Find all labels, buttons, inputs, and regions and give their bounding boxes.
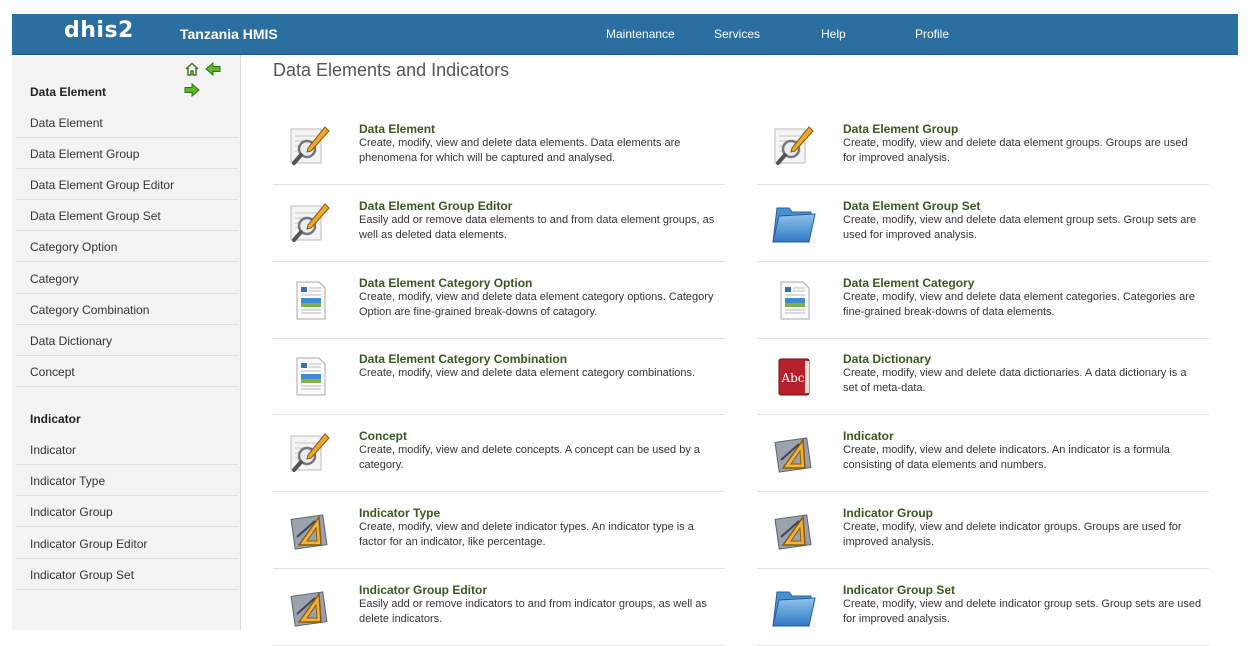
card-data-element-category-combination[interactable]: Data Element Category Combination Create… (273, 343, 725, 415)
left-item-category-option[interactable]: Category Option (16, 232, 238, 262)
edit-magnifier-icon (285, 200, 333, 246)
edit-magnifier-icon (285, 430, 333, 476)
left-item-data-element[interactable]: Data Element (16, 108, 238, 138)
edit-magnifier-icon (285, 123, 333, 169)
card-indicator-type[interactable]: Indicator Type Create, modify, view and … (273, 497, 725, 569)
drafting-triangle-icon (769, 507, 817, 553)
left-item-indicator-group-set[interactable]: Indicator Group Set (16, 560, 238, 590)
drafting-triangle-icon (769, 430, 817, 476)
card-data-element-category[interactable]: Data Element Category Create, modify, vi… (757, 267, 1209, 339)
section-title-indicator: Indicator (30, 412, 81, 426)
home-icon[interactable] (184, 61, 200, 77)
menu-help[interactable]: Help (821, 27, 846, 41)
menu-profile[interactable]: Profile (915, 27, 949, 41)
card-indicator[interactable]: Indicator Create, modify, view and delet… (757, 420, 1209, 492)
left-item-data-element-group[interactable]: Data Element Group (16, 139, 238, 169)
card-description: Create, modify, view and delete data ele… (843, 214, 1197, 241)
document-icon (769, 277, 817, 323)
card-title[interactable]: Indicator Group (843, 506, 933, 520)
left-item-indicator-type[interactable]: Indicator Type (16, 466, 238, 496)
card-description: Create, modify, view and delete data dic… (843, 367, 1187, 394)
card-concept[interactable]: Concept Create, modify, view and delete … (273, 420, 725, 492)
menu-maintenance[interactable]: Maintenance (606, 27, 675, 41)
left-item-data-element-group-editor[interactable]: Data Element Group Editor (16, 170, 238, 200)
card-data-element-group-set[interactable]: Data Element Group Set Create, modify, v… (757, 190, 1209, 262)
arrow-right-icon[interactable] (184, 82, 200, 98)
document-icon (285, 353, 333, 399)
dictionary-book-icon: Abc (769, 353, 817, 399)
card-description: Create, modify, view and delete indicato… (843, 444, 1170, 471)
card-description: Easily add or remove indicators to and f… (359, 598, 707, 625)
section-title-data-element: Data Element (30, 85, 107, 99)
card-title[interactable]: Data Element Group Set (843, 199, 980, 213)
card-description: Create, modify, view and delete data ele… (359, 291, 714, 318)
left-item-indicator-group[interactable]: Indicator Group (16, 497, 238, 527)
arrow-left-icon[interactable] (205, 61, 221, 77)
left-item-concept[interactable]: Concept (16, 357, 238, 387)
card-data-element-group-editor[interactable]: Data Element Group Editor Easily add or … (273, 190, 725, 262)
card-indicator-group[interactable]: Indicator Group Create, modify, view and… (757, 497, 1209, 569)
card-title[interactable]: Concept (359, 429, 407, 443)
card-title[interactable]: Data Element Group (843, 122, 958, 136)
folder-icon (769, 200, 817, 246)
folder-icon (769, 584, 817, 630)
card-indicator-group-editor[interactable]: Indicator Group Editor Easily add or rem… (273, 574, 725, 646)
card-title[interactable]: Indicator Type (359, 506, 440, 520)
left-item-indicator[interactable]: Indicator (16, 435, 238, 465)
card-title[interactable]: Indicator Group Set (843, 583, 955, 597)
card-title[interactable]: Data Element Category Option (359, 276, 532, 290)
card-title[interactable]: Data Element Category (843, 276, 974, 290)
left-menu: Data Element Data Element Data Element G… (12, 55, 241, 630)
card-title[interactable]: Indicator Group Editor (359, 583, 487, 597)
card-data-element[interactable]: Data Element Create, modify, view and de… (273, 113, 725, 185)
card-data-element-category-option[interactable]: Data Element Category Option Create, mod… (273, 267, 725, 339)
card-description: Create, modify, view and delete data ele… (843, 291, 1195, 318)
book-icon-text: Abc (780, 371, 804, 385)
card-title[interactable]: Data Element Category Combination (359, 352, 567, 366)
left-menu-nav-icons (184, 61, 240, 98)
drafting-triangle-icon (285, 507, 333, 553)
edit-magnifier-icon (769, 123, 817, 169)
card-data-dictionary[interactable]: Abc Data Dictionary Create, modify, view… (757, 343, 1209, 415)
left-item-indicator-group-editor[interactable]: Indicator Group Editor (16, 529, 238, 559)
organisation-name: Tanzania HMIS (180, 26, 278, 42)
dhis2-logo[interactable]: dhis2 (64, 18, 134, 43)
card-data-element-group[interactable]: Data Element Group Create, modify, view … (757, 113, 1209, 185)
card-description: Create, modify, view and delete data ele… (843, 137, 1188, 164)
card-title[interactable]: Data Element Group Editor (359, 199, 512, 213)
card-description: Create, modify, view and delete indicato… (843, 521, 1182, 548)
card-indicator-group-set[interactable]: Indicator Group Set Create, modify, view… (757, 574, 1209, 646)
top-header-bar: dhis2 Tanzania HMIS Maintenance Services… (12, 14, 1238, 55)
left-item-data-element-group-set[interactable]: Data Element Group Set (16, 201, 238, 231)
left-item-data-dictionary[interactable]: Data Dictionary (16, 326, 238, 356)
document-icon (285, 277, 333, 323)
card-title[interactable]: Indicator (843, 429, 894, 443)
card-description: Create, modify, view and delete data ele… (359, 137, 681, 164)
card-description: Easily add or remove data elements to an… (359, 214, 715, 241)
drafting-triangle-icon (285, 584, 333, 630)
card-title[interactable]: Data Element (359, 122, 435, 136)
card-description: Create, modify, view and delete indicato… (843, 598, 1202, 625)
card-description: Create, modify, view and delete data ele… (359, 367, 696, 379)
page-title: Data Elements and Indicators (273, 60, 510, 80)
menu-services[interactable]: Services (714, 27, 760, 41)
card-description: Create, modify, view and delete concepts… (359, 444, 701, 471)
card-title[interactable]: Data Dictionary (843, 352, 931, 366)
left-item-category[interactable]: Category (16, 264, 238, 294)
left-item-category-combination[interactable]: Category Combination (16, 295, 238, 325)
card-description: Create, modify, view and delete indicato… (359, 521, 694, 548)
